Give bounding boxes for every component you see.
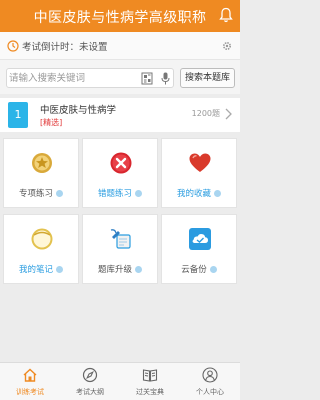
search-bar: 搜索本题库 — [0, 60, 240, 94]
search-box — [6, 68, 174, 88]
clock-icon — [7, 40, 19, 52]
microphone-icon[interactable] — [161, 72, 170, 85]
tile-bank-upgrade[interactable]: 题库升级 — [82, 214, 158, 284]
tile-label: 题库升级 — [83, 263, 157, 275]
person-icon — [202, 367, 218, 383]
nav-exam-outline[interactable]: 考试大纲 — [60, 363, 120, 400]
chevron-right-icon — [225, 108, 232, 120]
tile-wrong-practice[interactable]: 错题练习 — [82, 138, 158, 208]
nav-label: 过关宝典 — [136, 388, 164, 396]
nav-pass-guide[interactable]: 过关宝典 — [120, 363, 180, 400]
app-header: 中医皮肤与性病学高级职称 — [0, 0, 240, 32]
cloud-backup-icon — [189, 228, 211, 250]
feature-grid: 专项练习 错题练习 我的收藏 我的笔记 题库升级 云备份 — [0, 138, 240, 286]
countdown-text: 考试倒计时：未设置 — [22, 42, 108, 53]
tile-label: 我的收藏 — [162, 187, 236, 199]
tile-label: 云备份 — [162, 263, 236, 275]
search-button[interactable]: 搜索本题库 — [180, 68, 235, 88]
bell-icon[interactable] — [219, 7, 233, 23]
subject-tag: [精选] — [40, 118, 63, 127]
question-count: 1200题 — [191, 109, 220, 118]
subject-item[interactable]: 1 中医皮肤与性病学 [精选] 1200题 — [0, 98, 240, 132]
tile-special-practice[interactable]: 专项练习 — [3, 138, 79, 208]
tile-label: 专项练习 — [4, 187, 78, 199]
tile-label: 错题练习 — [83, 187, 157, 199]
tile-cloud-backup[interactable]: 云备份 — [161, 214, 237, 284]
nav-personal-center[interactable]: 个人中心 — [180, 363, 240, 400]
page-title: 中医皮肤与性病学高级职称 — [33, 10, 207, 26]
subject-name: 中医皮肤与性病学 — [40, 105, 117, 116]
heart-icon — [189, 153, 211, 172]
compass-icon — [82, 367, 98, 383]
home-icon — [23, 368, 37, 382]
wrong-x-icon — [110, 152, 132, 174]
nav-label: 考试大纲 — [76, 388, 104, 396]
notebook-icon — [31, 228, 53, 250]
nav-label: 个人中心 — [196, 388, 224, 396]
bottom-navigation: 训练考试 考试大纲 过关宝典 个人中心 — [0, 362, 240, 400]
gear-icon[interactable] — [222, 41, 232, 51]
tile-label: 我的笔记 — [4, 263, 78, 275]
exam-countdown-bar[interactable]: 考试倒计时：未设置 — [0, 32, 240, 60]
subject-number-badge: 1 — [8, 102, 28, 128]
nav-label: 训练考试 — [16, 388, 44, 396]
book-icon — [142, 369, 158, 382]
medal-icon — [32, 153, 52, 173]
tile-my-favorites[interactable]: 我的收藏 — [161, 138, 237, 208]
scan-icon[interactable] — [141, 72, 153, 85]
nav-training-exam[interactable]: 训练考试 — [0, 363, 60, 400]
search-input[interactable] — [9, 71, 133, 85]
upgrade-icon — [110, 229, 131, 249]
tile-my-notes[interactable]: 我的笔记 — [3, 214, 79, 284]
